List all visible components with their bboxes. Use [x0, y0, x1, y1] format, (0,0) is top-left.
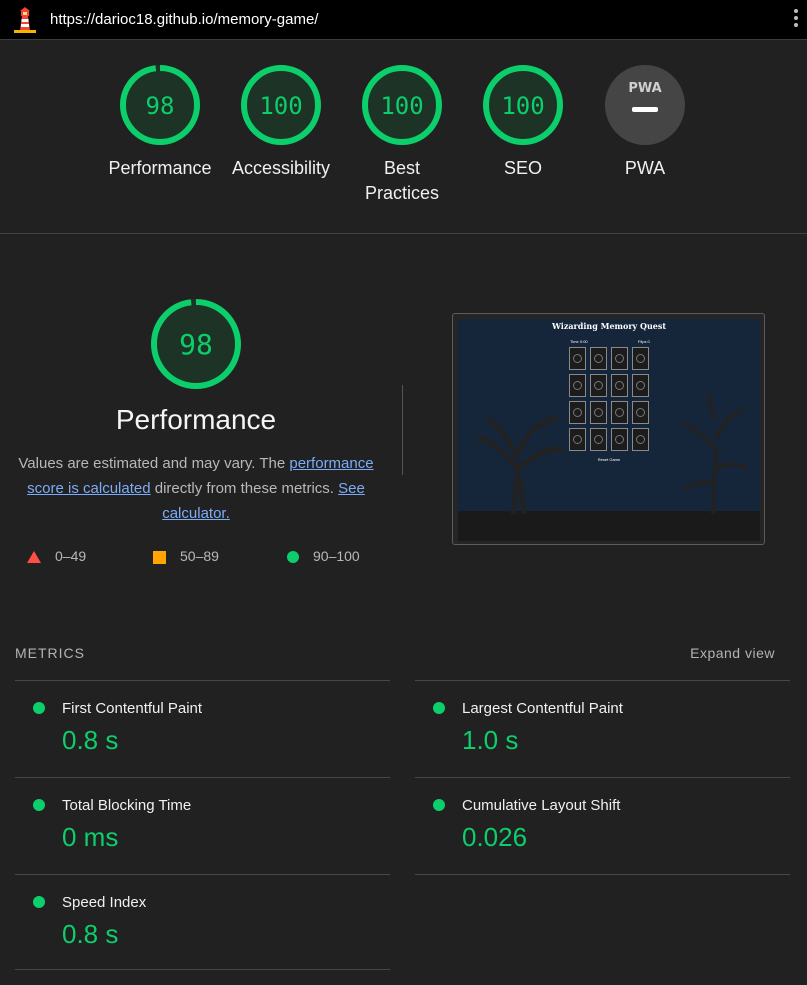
metric-name: Speed Index: [62, 894, 147, 911]
metric-name: Cumulative Layout Shift: [462, 797, 621, 814]
vertical-divider: [402, 385, 403, 475]
pass-circle-icon: [33, 896, 45, 908]
score-ring: 100: [241, 65, 321, 145]
legend-range: 90–100: [313, 548, 360, 564]
square-icon: [153, 550, 166, 564]
gauge-performance[interactable]: 98 Performance: [100, 64, 220, 181]
performance-description: Values are estimated and may vary. The p…: [14, 451, 378, 526]
gauge-accessibility[interactable]: 100 Accessibility: [221, 64, 341, 181]
metrics-bottom-divider: [15, 969, 390, 970]
desc-text: directly from these metrics.: [150, 480, 339, 497]
score-value: 100: [501, 92, 544, 120]
lighthouse-logo-icon: [14, 7, 36, 33]
gauge-best-practices[interactable]: 100 Best Practices: [342, 64, 462, 206]
metric-value: 0.8 s: [62, 725, 119, 755]
metric-value: 0.8 s: [62, 919, 119, 949]
browser-top-bar: https://darioc18.github.io/memory-game/: [0, 0, 807, 40]
gauge-label: SEO: [503, 158, 542, 178]
pass-circle-icon: [33, 799, 45, 811]
performance-score: 98: [179, 328, 213, 361]
circle-icon: [287, 551, 299, 564]
screenshot-image: Wizarding Memory Quest Time 0:00 Flips 0…: [458, 319, 760, 541]
performance-gauge: 98: [151, 299, 241, 389]
metric-value: 1.0 s: [462, 725, 519, 755]
gauge-seo[interactable]: 100 SEO: [463, 64, 583, 181]
metric-name: Total Blocking Time: [62, 797, 192, 814]
gauge-pwa[interactable]: PWA PWA: [585, 64, 705, 181]
legend-range: 50–89: [180, 548, 219, 564]
pass-circle-icon: [33, 702, 45, 714]
score-ring: 100: [362, 65, 442, 145]
gauge-label: Best Practices: [364, 158, 440, 203]
metrics-heading: METRICS: [15, 645, 85, 661]
score-value: 100: [259, 92, 302, 120]
gauge-label: PWA: [624, 158, 666, 178]
metric-value: 0 ms: [62, 822, 119, 852]
metric-cumulative-layout-shift: Cumulative Layout Shift 0.026: [415, 777, 790, 874]
pwa-badge-icon: PWA: [605, 65, 685, 145]
score-ring: 98: [120, 65, 200, 145]
final-screenshot[interactable]: Wizarding Memory Quest Time 0:00 Flips 0…: [452, 313, 765, 545]
desc-text: Values are estimated and may vary. The: [18, 455, 290, 472]
metric-largest-contentful-paint: Largest Contentful Paint 1.0 s: [415, 680, 790, 777]
legend-range: 0–49: [55, 548, 87, 564]
metric-total-blocking-time: Total Blocking Time 0 ms: [15, 777, 390, 874]
metric-speed-index: Speed Index 0.8 s: [15, 874, 390, 971]
performance-title: Performance: [115, 404, 277, 435]
score-value: 98: [146, 92, 175, 120]
metrics-grid-line: [415, 874, 790, 875]
gauge-label: Performance: [108, 158, 212, 178]
metric-name: Largest Contentful Paint: [462, 700, 623, 717]
score-value: 100: [380, 92, 423, 120]
pass-circle-icon: [433, 702, 445, 714]
legend-pass: 90–100: [287, 548, 360, 564]
tree-silhouette-icon: [458, 393, 760, 541]
score-ring: 100: [483, 65, 563, 145]
legend-average: 50–89: [153, 548, 219, 564]
pass-circle-icon: [433, 799, 445, 811]
metric-name: First Contentful Paint: [62, 700, 203, 717]
gauge-label: Accessibility: [231, 158, 331, 178]
category-scores: 98 Performance 100 Accessibility 100 Bes…: [0, 40, 807, 234]
pwa-badge-text: PWA: [628, 81, 661, 96]
triangle-icon: [27, 551, 41, 564]
metric-first-contentful-paint: First Contentful Paint 0.8 s: [15, 680, 390, 777]
metric-value: 0.026: [462, 822, 528, 852]
page-url[interactable]: https://darioc18.github.io/memory-game/: [50, 11, 318, 28]
legend-fail: 0–49: [27, 548, 86, 564]
expand-view-toggle[interactable]: Expand view: [690, 645, 775, 661]
more-options-icon[interactable]: [793, 9, 799, 31]
